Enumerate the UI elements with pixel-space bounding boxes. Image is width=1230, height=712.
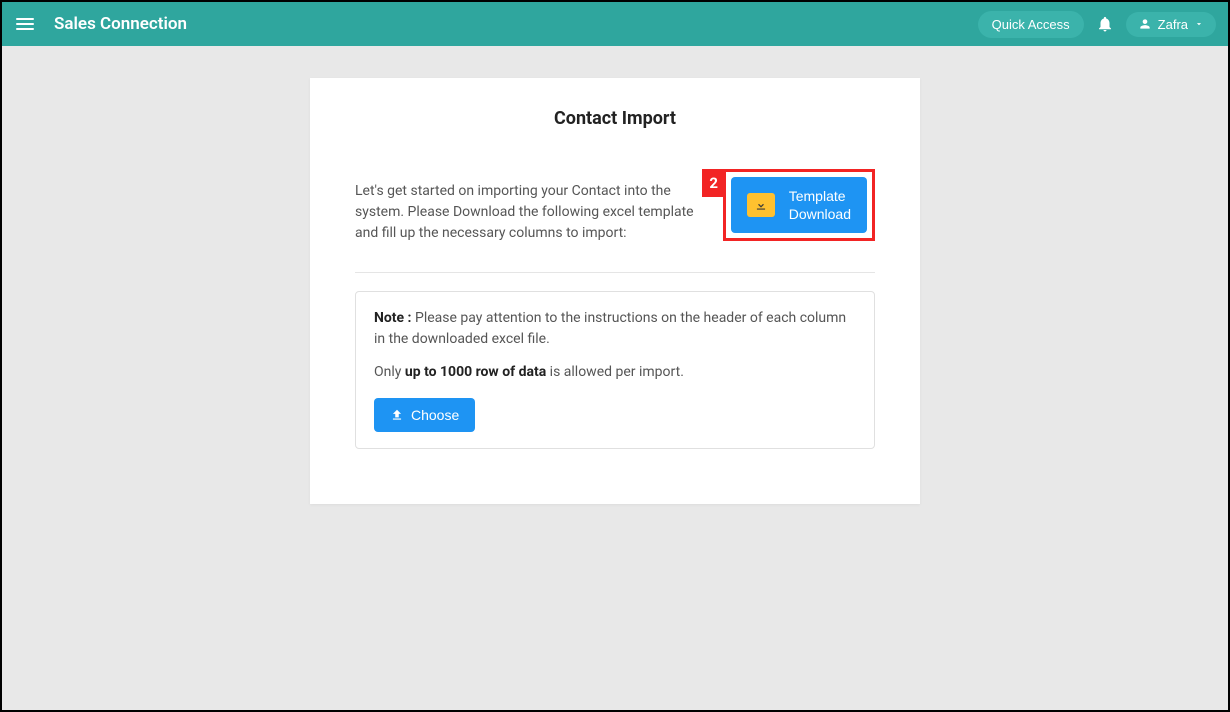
intro-line2: Please Download the following excel temp… (355, 204, 694, 241)
topbar-right: Quick Access Zafra (978, 11, 1216, 38)
limit-prefix: Only (374, 364, 405, 380)
quick-access-button[interactable]: Quick Access (978, 11, 1084, 38)
intro-text: Let's get started on importing your Cont… (355, 181, 713, 244)
template-btn-line2: Download (789, 205, 851, 223)
chevron-down-icon (1194, 19, 1204, 29)
choose-button-label: Choose (411, 407, 459, 423)
import-card: Contact Import Let's get started on impo… (310, 78, 920, 504)
intro-section: Let's get started on importing your Cont… (355, 181, 875, 273)
main-area: Contact Import Let's get started on impo… (2, 46, 1228, 536)
limit-bold: up to 1000 row of data (405, 364, 546, 380)
user-menu-button[interactable]: Zafra (1126, 12, 1216, 37)
topbar: Sales Connection Quick Access Zafra (2, 2, 1228, 46)
template-button-text: Template Download (789, 187, 851, 223)
note-label: Note : (374, 310, 412, 326)
folder-download-icon (747, 193, 775, 217)
upload-icon (390, 408, 404, 422)
notification-bell-icon[interactable] (1096, 15, 1114, 33)
app-frame: Sales Connection Quick Access Zafra Cont… (0, 0, 1230, 712)
topbar-left: Sales Connection (14, 14, 187, 34)
card-title: Contact Import (355, 108, 875, 129)
choose-file-button[interactable]: Choose (374, 398, 475, 432)
callout-step-number: 2 (702, 169, 726, 197)
note-box: Note : Please pay attention to the instr… (355, 291, 875, 449)
template-download-callout: 2 Template Download (723, 169, 875, 241)
user-icon (1138, 17, 1152, 31)
limit-text: Only up to 1000 row of data is allowed p… (374, 364, 856, 380)
note-text: Note : Please pay attention to the instr… (374, 308, 856, 350)
template-btn-line1: Template (789, 187, 851, 205)
limit-suffix: is allowed per import. (546, 364, 684, 380)
template-download-button[interactable]: Template Download (731, 177, 867, 233)
hamburger-menu-icon[interactable] (14, 14, 36, 34)
note-body: Please pay attention to the instructions… (374, 310, 846, 347)
app-title: Sales Connection (54, 14, 187, 34)
user-name-label: Zafra (1158, 17, 1188, 32)
